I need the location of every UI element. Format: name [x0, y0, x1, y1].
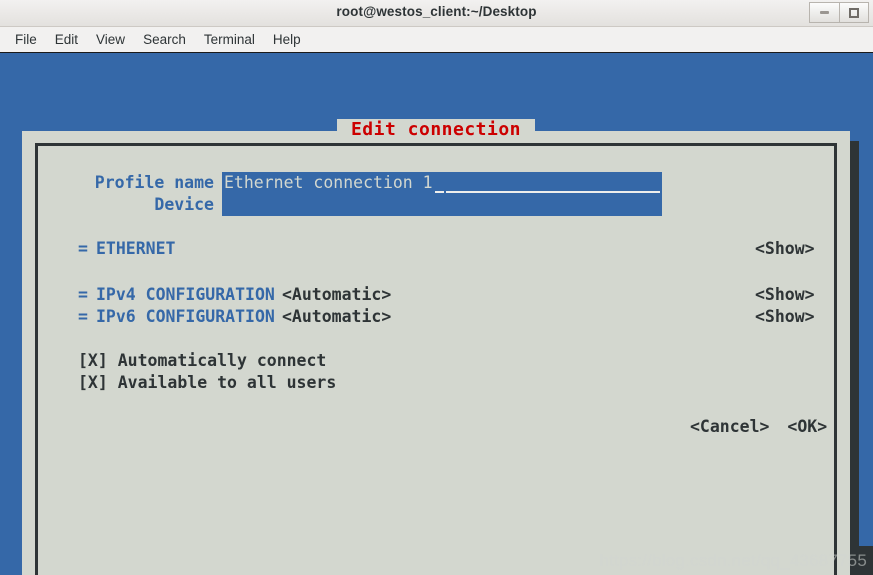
section-marker-icon: = — [78, 285, 88, 304]
menubar: File Edit View Search Terminal Help — [0, 27, 873, 53]
minimize-button[interactable] — [809, 2, 839, 23]
menu-item-terminal[interactable]: Terminal — [195, 29, 264, 50]
checkbox-automatically-connect-box: [X] — [78, 351, 108, 370]
maximize-button[interactable] — [839, 2, 869, 23]
checkbox-available-all-users-label: Available to all users — [117, 373, 337, 392]
checkbox-automatically-connect-label: Automatically connect — [117, 351, 327, 370]
profile-name-input[interactable]: Ethernet connection 1 — [222, 172, 662, 194]
section-ethernet-show-button[interactable]: <Show> — [755, 239, 815, 258]
window-titlebar: root@westos_client:~/Desktop — [0, 0, 873, 27]
dialog-buttons: <Cancel> <OK> — [690, 417, 827, 436]
device-row: Device — [22, 194, 662, 216]
minimize-icon — [820, 11, 829, 14]
maximize-icon — [849, 7, 859, 18]
menu-item-help[interactable]: Help — [264, 29, 310, 50]
profile-name-label: Profile name — [94, 173, 214, 192]
checkbox-automatically-connect[interactable]: [X] Automatically connect — [78, 351, 326, 370]
section-ipv6-show-button[interactable]: <Show> — [755, 307, 815, 326]
cancel-button[interactable]: <Cancel> — [690, 417, 769, 436]
device-input[interactable] — [222, 194, 662, 216]
section-ethernet-label: ETHERNET — [96, 239, 176, 258]
text-cursor — [435, 191, 444, 193]
window-controls — [809, 2, 869, 23]
dialog-content: Profile name Ethernet connection 1 Devic… — [22, 131, 850, 575]
section-ipv6-label: IPv6 CONFIGURATION — [96, 307, 275, 326]
terminal-bottom-left-notch — [0, 546, 22, 575]
section-ipv4-label: IPv4 CONFIGURATION — [96, 285, 275, 304]
profile-name-row: Profile name Ethernet connection 1 — [22, 172, 662, 194]
checkbox-available-all-users-box: [X] — [78, 373, 108, 392]
section-marker-icon: = — [78, 307, 88, 326]
section-ipv4-value[interactable]: <Automatic> — [282, 285, 391, 304]
menu-item-search[interactable]: Search — [134, 29, 195, 50]
ok-button[interactable]: <OK> — [787, 417, 827, 436]
terminal-window: root@westos_client:~/Desktop File Edit V… — [0, 0, 873, 575]
section-ipv4-show-button[interactable]: <Show> — [755, 285, 815, 304]
menu-item-view[interactable]: View — [87, 29, 134, 50]
terminal-screen[interactable]: Edit connection Profile name Ethernet co… — [0, 53, 873, 575]
window-title: root@westos_client:~/Desktop — [336, 4, 537, 19]
edit-connection-dialog: Edit connection Profile name Ethernet co… — [22, 119, 850, 575]
section-marker-icon: = — [78, 239, 88, 258]
profile-name-fill-underline — [446, 191, 660, 193]
section-ipv6-value[interactable]: <Automatic> — [282, 307, 391, 326]
watermark: https://blog.csdn.net/qq_43687755 — [599, 551, 867, 570]
profile-name-value: Ethernet connection 1 — [224, 173, 433, 192]
menu-item-file[interactable]: File — [6, 29, 46, 50]
menu-item-edit[interactable]: Edit — [46, 29, 87, 50]
checkbox-available-all-users[interactable]: [X] Available to all users — [78, 373, 336, 392]
device-label: Device — [154, 195, 214, 214]
